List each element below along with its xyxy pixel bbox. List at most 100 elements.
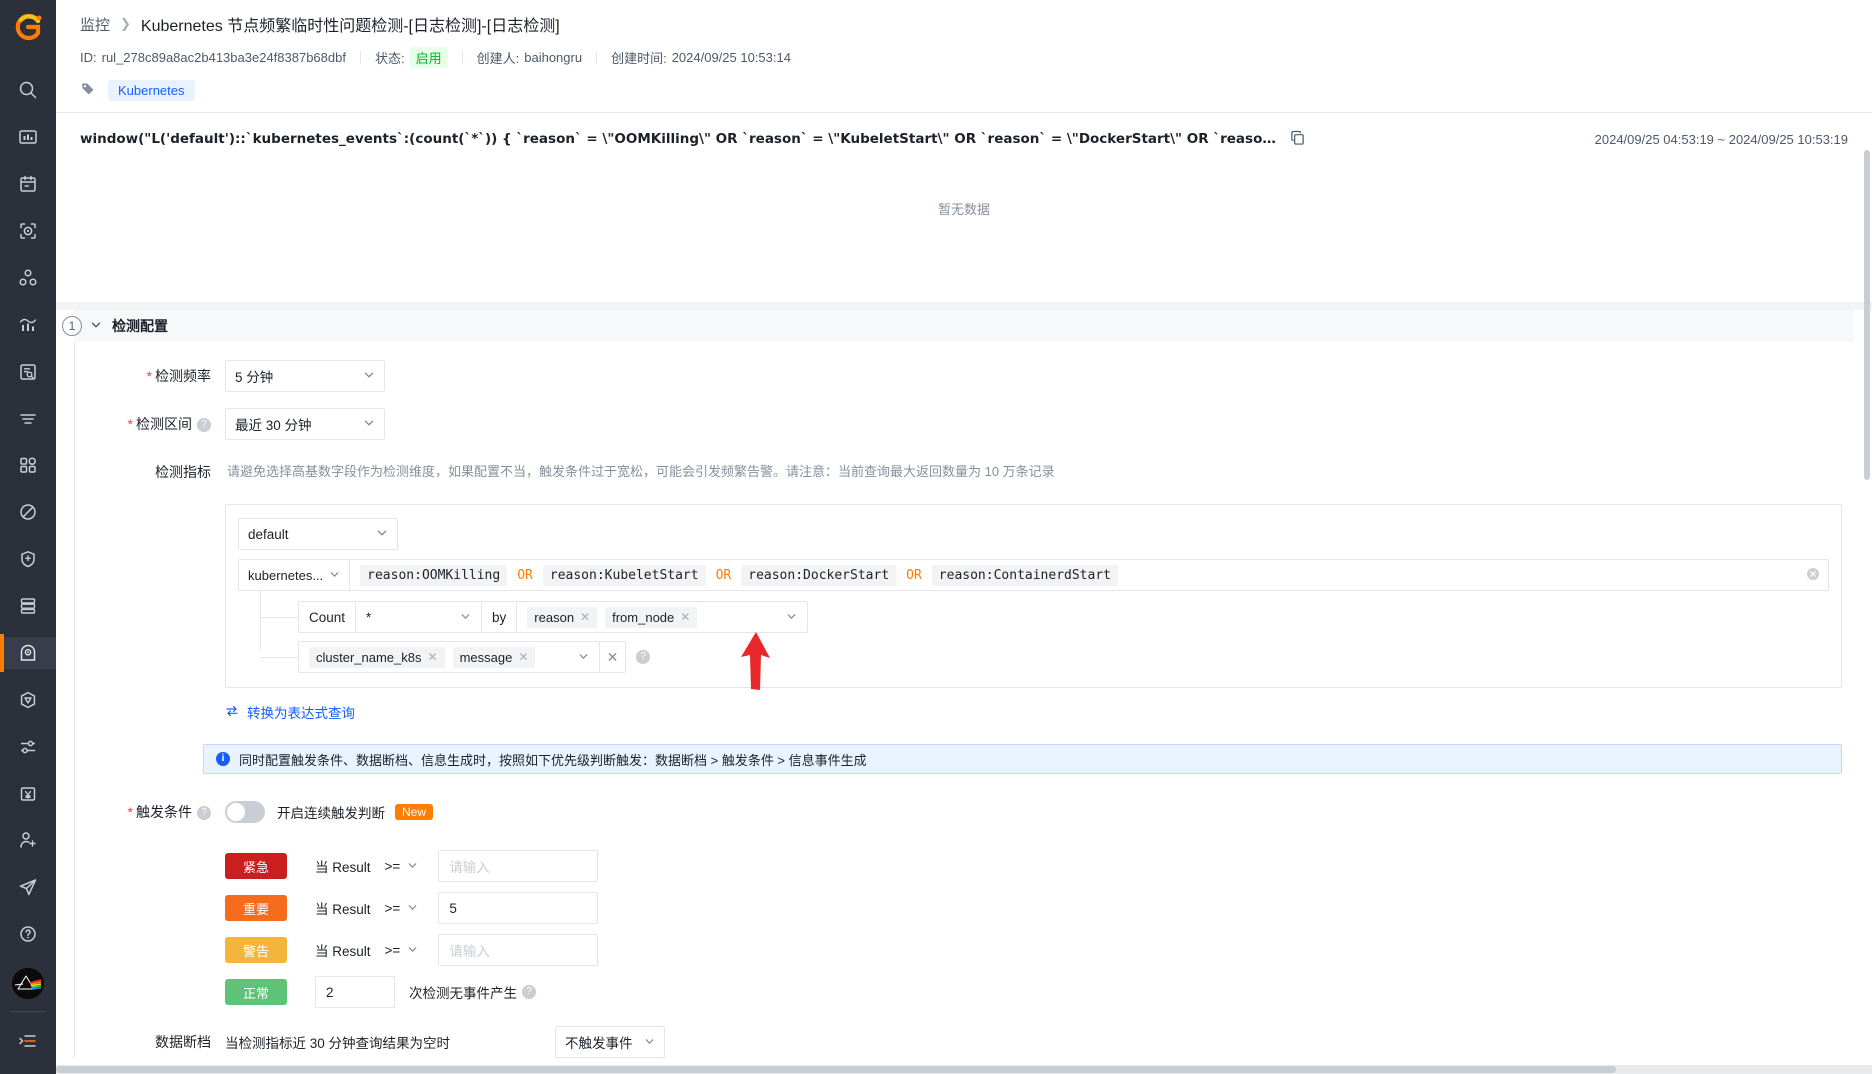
service-map-icon[interactable] (0, 262, 56, 295)
data-gap-row: 数据断档 当检测指标近 30 分钟查询结果为空时 不触发事件 (75, 1026, 1872, 1058)
datasource-select[interactable]: default (238, 518, 398, 550)
id-label: ID: (80, 50, 97, 65)
continuous-trigger-toggle[interactable] (225, 801, 265, 823)
monitor-icon[interactable] (0, 633, 56, 673)
user-avatar[interactable] (12, 967, 44, 999)
help-circle-icon[interactable]: ? (197, 806, 211, 821)
billing-icon[interactable] (0, 777, 56, 810)
help-icon[interactable] (0, 918, 56, 951)
recovery-count-input[interactable]: 2 (315, 976, 395, 1008)
group-by-select[interactable]: reason ✕ from_node ✕ (517, 602, 807, 632)
chevron-down-icon (376, 527, 388, 542)
close-icon[interactable]: ✕ (680, 610, 690, 624)
severity-badge-urgent[interactable]: 紧急 (225, 853, 287, 879)
guance-logo[interactable] (13, 12, 43, 45)
horizontal-scrollbar[interactable] (56, 1065, 1872, 1074)
chevron-down-icon (363, 417, 375, 432)
filter-input-row[interactable]: kubernetes... reason:OOMKilling OR reaso… (238, 559, 1829, 591)
query-time-range[interactable]: 2024/09/25 04:53:19 ~ 2024/09/25 10:53:1… (1595, 132, 1848, 147)
filter-term[interactable]: reason:DockerStart (741, 564, 897, 586)
trigger-label: * 触发条件? (75, 796, 225, 828)
frequency-select[interactable]: 5 分钟 (225, 360, 385, 392)
send-feedback-icon[interactable] (0, 871, 56, 904)
help-circle-icon[interactable]: ? (522, 985, 536, 999)
chevron-down-icon (407, 943, 418, 958)
scan-target-icon[interactable] (0, 215, 56, 248)
trigger-rule-row: 紧急 当 Result >= 请输入 (75, 850, 1872, 882)
vertical-scrollbar[interactable] (1864, 150, 1870, 480)
query-expression: window("L('default')::`kubernetes_events… (80, 131, 1280, 147)
filter-term[interactable]: reason:OOMKilling (360, 564, 508, 586)
extra-fields-select[interactable]: cluster_name_k8s ✕ message ✕ (299, 642, 599, 672)
rule-operator-value: >= (384, 900, 401, 916)
rule-operator-select[interactable]: >= (385, 901, 419, 916)
severity-badge-normal[interactable]: 正常 (225, 979, 287, 1005)
meta-divider (359, 51, 361, 64)
extra-chip[interactable]: cluster_name_k8s ✕ (309, 646, 445, 668)
help-circle-icon[interactable]: ? (636, 650, 650, 664)
data-gap-action-select[interactable]: 不触发事件 (555, 1026, 665, 1058)
sla-icon[interactable] (0, 683, 56, 716)
close-icon[interactable]: ✕ (580, 610, 590, 624)
extra-chip[interactable]: message ✕ (452, 646, 536, 668)
rule-value-input[interactable]: 请输入 (438, 934, 599, 966)
aggregation-row: Count * by reason ✕ from_node ✕ (260, 601, 1829, 633)
rule-value-input[interactable]: 请输入 (438, 850, 599, 882)
filter-operator: OR (715, 567, 732, 583)
created-label: 创建时间: (611, 51, 667, 66)
group-chip-label: reason (534, 609, 575, 625)
filter-term[interactable]: reason:KubeletStart (542, 564, 706, 586)
calendar-icon[interactable] (0, 168, 56, 201)
trigger-rule-row: 警告 当 Result >= 请输入 (75, 934, 1872, 966)
no-data-icon[interactable] (0, 496, 56, 529)
breadcrumb-root[interactable]: 监控 (80, 14, 110, 35)
filter-term[interactable]: reason:ContainerdStart (931, 564, 1118, 586)
agg-function[interactable]: Count (299, 602, 357, 632)
horizontal-scrollbar-thumb[interactable] (56, 1066, 1616, 1073)
close-icon[interactable]: ✕ (428, 650, 438, 664)
severity-badge-major[interactable]: 重要 (225, 895, 287, 921)
interval-label-text: 检测区间 (136, 416, 192, 432)
convert-to-expression-link[interactable]: 转换为表达式查询 (225, 702, 1872, 722)
apps-grid-icon[interactable] (0, 449, 56, 482)
clear-circle-icon[interactable] (1806, 567, 1828, 584)
meta-status: 状态: 启用 (375, 47, 448, 68)
copy-icon[interactable] (1290, 130, 1305, 148)
add-user-icon[interactable] (0, 824, 56, 857)
trigger-label-text: 触发条件 (136, 804, 192, 820)
close-icon[interactable]: ✕ (518, 650, 528, 664)
frequency-label: * 检测频率 (75, 360, 225, 392)
remove-extra-fields-button[interactable]: ✕ (599, 642, 625, 672)
filter-terms[interactable]: reason:OOMKilling OR reason:KubeletStart… (350, 564, 1806, 586)
severity-badge-warning[interactable]: 警告 (225, 937, 287, 963)
agg-field-select[interactable]: * (356, 602, 481, 632)
group-chip[interactable]: from_node ✕ (605, 606, 698, 628)
infrastructure-icon[interactable] (0, 590, 56, 623)
group-chip[interactable]: reason ✕ (527, 606, 598, 628)
settings-sliders-icon[interactable] (0, 730, 56, 763)
metrics-chart-icon[interactable] (0, 308, 56, 341)
extra-chip-label: cluster_name_k8s (316, 649, 422, 665)
rail-divider (11, 1010, 45, 1012)
metric-label: 检测指标 (155, 464, 211, 480)
dashboard-icon[interactable] (0, 121, 56, 154)
rule-value-input[interactable]: 5 (438, 892, 599, 924)
collapse-sidebar-icon[interactable] (0, 1025, 56, 1058)
security-shield-icon[interactable] (0, 543, 56, 576)
left-nav-rail (0, 0, 56, 1074)
datasource-value: default (248, 526, 289, 542)
rule-operator-select[interactable]: >= (385, 859, 419, 874)
index-select[interactable]: kubernetes... (239, 560, 351, 590)
help-circle-icon[interactable]: ? (197, 418, 211, 433)
filter-lines-icon[interactable] (0, 402, 56, 435)
chart-empty-state: 暂无数据 (937, 202, 990, 217)
search-icon[interactable] (0, 74, 56, 107)
chevron-down-icon[interactable] (90, 318, 102, 334)
section-header-detection-config[interactable]: 1 检测配置 (62, 310, 1854, 342)
interval-select[interactable]: 最近 30 分钟 (225, 408, 385, 440)
log-search-icon[interactable] (0, 355, 56, 388)
tag-icon (80, 81, 96, 100)
trigger-recovery-row: 正常 2 次检测无事件产生 ? (75, 976, 1872, 1008)
tag-chip-kubernetes[interactable]: Kubernetes (108, 80, 195, 101)
rule-operator-select[interactable]: >= (385, 943, 419, 958)
